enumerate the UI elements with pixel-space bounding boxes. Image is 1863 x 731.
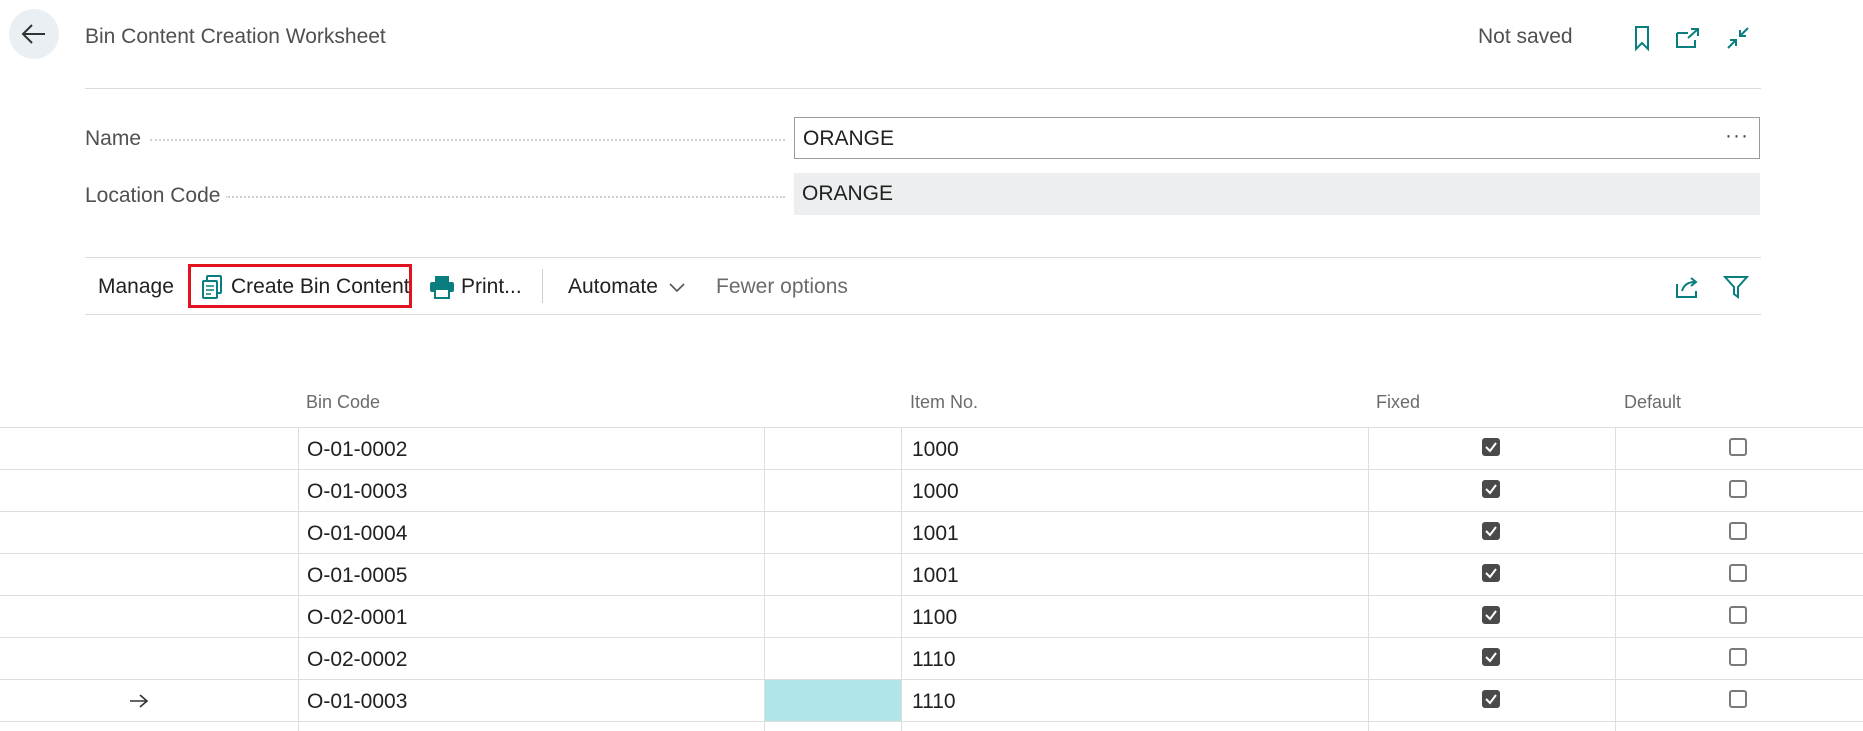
fixed-checkbox[interactable]	[1482, 690, 1500, 708]
fixed-checkbox[interactable]	[1482, 522, 1500, 540]
fixed-checkbox[interactable]	[1482, 606, 1500, 624]
fixed-checkbox[interactable]	[1482, 564, 1500, 582]
filter-icon[interactable]	[1723, 274, 1749, 300]
current-row-arrow-icon	[130, 694, 149, 708]
chevron-down-icon	[669, 283, 685, 293]
back-button[interactable]	[9, 9, 59, 59]
default-checkbox[interactable]	[1729, 438, 1747, 456]
table-row[interactable]: O-01-0004 1001	[0, 512, 1863, 554]
bin-code-cell[interactable]: O-02-0001	[307, 606, 407, 630]
save-status: Not saved	[1478, 25, 1573, 48]
fixed-checkbox[interactable]	[1482, 438, 1500, 456]
name-label: Name	[85, 127, 148, 151]
item-no-cell[interactable]: 1110	[912, 648, 956, 672]
bin-code-cell[interactable]: O-01-0002	[307, 438, 407, 462]
selected-cell[interactable]	[765, 680, 901, 721]
table-row[interactable]: O-01-0005 1001	[0, 554, 1863, 596]
arrow-left-icon	[21, 24, 45, 44]
field-leader-dots	[150, 139, 785, 141]
field-leader-dots	[225, 196, 785, 198]
share-icon[interactable]	[1674, 274, 1702, 300]
checkmark-icon	[1485, 694, 1497, 705]
checkmark-icon	[1485, 442, 1497, 453]
table-row[interactable]: O-01-0002 1000	[0, 428, 1863, 470]
column-header-default[interactable]: Default	[1624, 392, 1681, 413]
name-field[interactable]: ORANGE ···	[794, 117, 1760, 159]
actionbar-bottom-divider	[85, 314, 1761, 315]
item-no-cell[interactable]: 1000	[912, 480, 959, 504]
default-checkbox[interactable]	[1729, 690, 1747, 708]
create-bin-content-highlight	[188, 264, 412, 308]
automate-menu[interactable]: Automate	[568, 259, 686, 315]
table-row[interactable]: O-01-0003 1000	[0, 470, 1863, 512]
page-title: Bin Content Creation Worksheet	[85, 25, 386, 48]
table-row[interactable]: O-02-0002 1110	[0, 638, 1863, 680]
manage-action[interactable]: Manage	[98, 259, 174, 315]
default-checkbox[interactable]	[1729, 606, 1747, 624]
print-label: Print...	[461, 275, 522, 298]
table-row-current[interactable]: O-01-0003 1110	[0, 680, 1863, 722]
table-row[interactable]: O-02-0001 1100	[0, 596, 1863, 638]
fixed-checkbox[interactable]	[1482, 480, 1500, 498]
checkmark-icon	[1485, 610, 1497, 621]
item-no-cell[interactable]: 1001	[912, 564, 959, 588]
bookmark-icon[interactable]	[1628, 24, 1656, 52]
bin-code-cell[interactable]: O-01-0003	[307, 690, 407, 714]
default-checkbox[interactable]	[1729, 480, 1747, 498]
action-separator	[542, 269, 543, 303]
lookup-ellipsis-icon[interactable]: ···	[1725, 124, 1749, 148]
header-divider	[85, 88, 1761, 89]
checkmark-icon	[1485, 526, 1497, 537]
bin-code-cell[interactable]: O-01-0004	[307, 522, 407, 546]
column-header-bin-code[interactable]: Bin Code	[306, 392, 380, 413]
column-header-fixed[interactable]: Fixed	[1376, 392, 1420, 413]
actionbar-top-divider	[85, 257, 1761, 258]
checkmark-icon	[1485, 484, 1497, 495]
default-checkbox[interactable]	[1729, 564, 1747, 582]
location-code-value: ORANGE	[802, 182, 894, 205]
location-code-field: ORANGE	[794, 173, 1760, 215]
automate-label: Automate	[568, 275, 658, 298]
print-action[interactable]: Print...	[429, 259, 522, 315]
collapse-icon[interactable]	[1724, 24, 1752, 52]
item-no-cell[interactable]: 1001	[912, 522, 959, 546]
item-no-cell[interactable]: 1000	[912, 438, 959, 462]
default-checkbox[interactable]	[1729, 522, 1747, 540]
location-code-label: Location Code	[85, 184, 227, 208]
checkmark-icon	[1485, 568, 1497, 579]
item-no-cell[interactable]: 1100	[912, 606, 957, 630]
item-no-cell[interactable]: 1110	[912, 690, 956, 714]
default-checkbox[interactable]	[1729, 648, 1747, 666]
open-in-new-window-icon[interactable]	[1674, 24, 1702, 52]
column-header-item-no[interactable]: Item No.	[910, 392, 978, 413]
bin-code-cell[interactable]: O-02-0002	[307, 648, 407, 672]
bin-code-cell[interactable]: O-01-0005	[307, 564, 407, 588]
printer-icon	[430, 276, 454, 299]
bin-code-cell[interactable]: O-01-0003	[307, 480, 407, 504]
fewer-options-action[interactable]: Fewer options	[716, 259, 848, 315]
fixed-checkbox[interactable]	[1482, 648, 1500, 666]
name-value: ORANGE	[803, 127, 895, 150]
checkmark-icon	[1485, 652, 1497, 663]
